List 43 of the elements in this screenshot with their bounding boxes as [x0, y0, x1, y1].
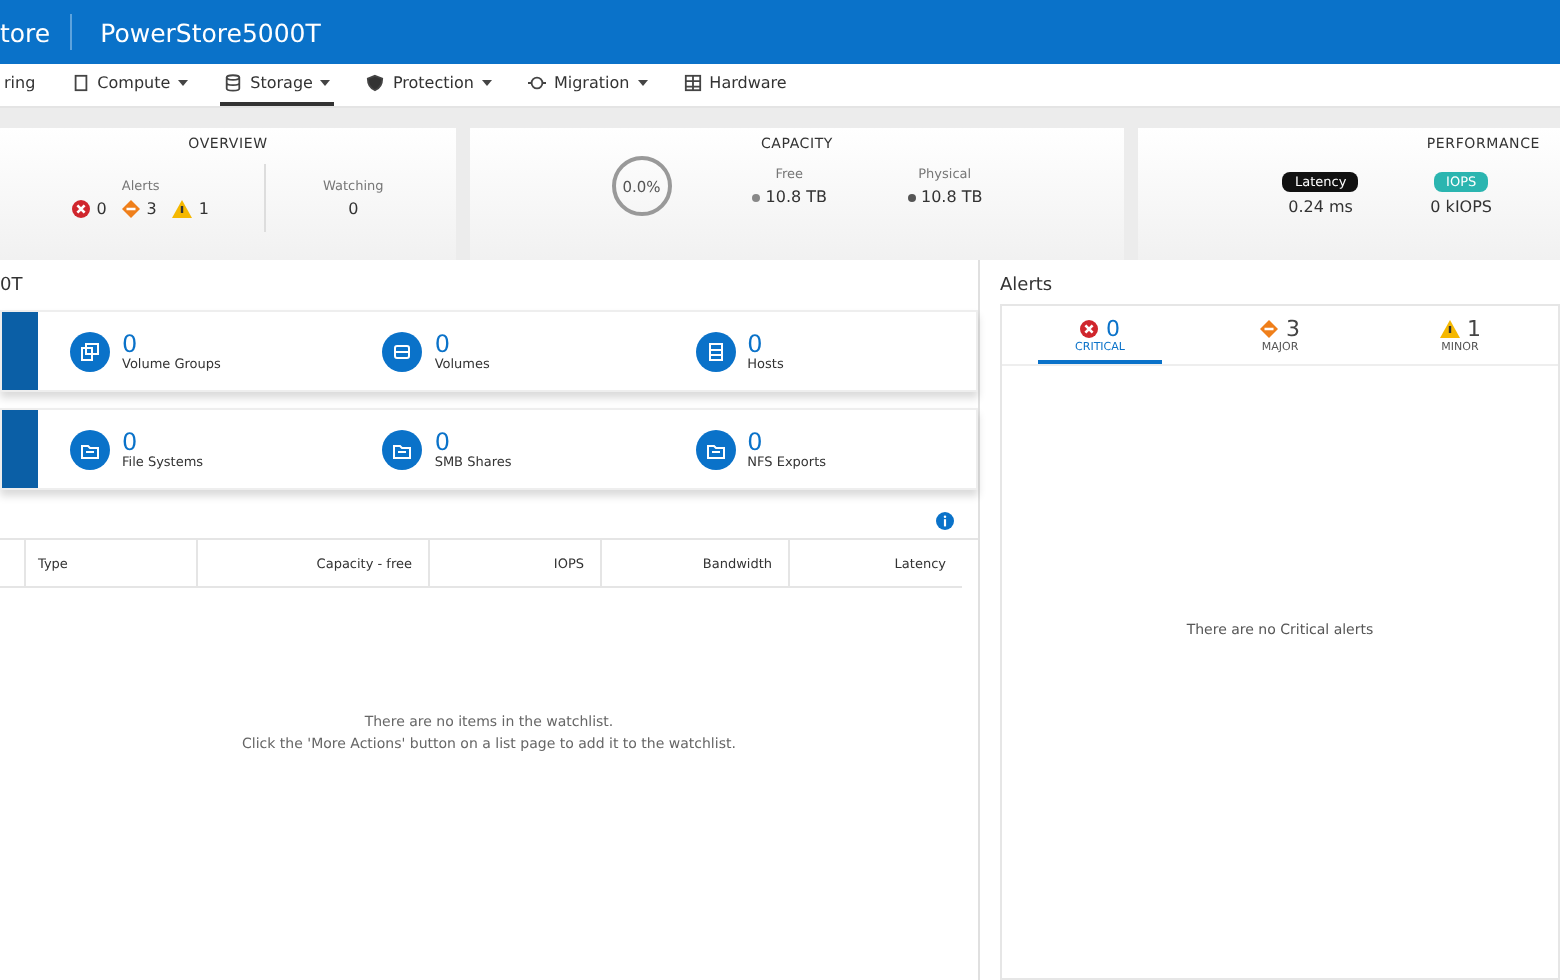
volume-icon	[392, 341, 413, 361]
stat-count: 0	[747, 331, 765, 355]
nav-menu-item[interactable]: Protection	[362, 64, 496, 106]
nav-menu-item[interactable]: ring	[0, 64, 40, 106]
physical-value: 10.8 TB	[907, 188, 983, 206]
folder-icon	[80, 439, 100, 459]
alert-count: 0	[96, 200, 107, 218]
alert-count: 3	[146, 200, 157, 218]
volume-groups-icon	[80, 341, 100, 361]
watching-count: 0	[348, 200, 359, 218]
stat-count: 0	[122, 331, 140, 355]
stat-count: 0	[122, 429, 140, 453]
card-accent	[2, 312, 38, 390]
stat-count: 0	[434, 429, 452, 453]
folder-icon	[392, 439, 413, 459]
document-icon	[71, 74, 90, 92]
nav-menu-item[interactable]: Compute	[67, 64, 193, 106]
server-icon	[705, 341, 726, 361]
card-accent	[2, 410, 38, 488]
diamond-icon	[122, 200, 141, 218]
folder-icon	[705, 439, 726, 459]
warning-icon	[1439, 320, 1459, 338]
metric-value: 0.24 ms	[1288, 198, 1353, 216]
hardware-icon	[683, 74, 702, 92]
database-icon	[224, 74, 243, 92]
free-value: 10.8 TB	[751, 188, 827, 206]
stat-count: 0	[747, 429, 765, 453]
warning-icon	[172, 200, 193, 218]
shield-icon	[366, 74, 385, 92]
section-title: 0T	[0, 274, 25, 300]
app-title: tore	[0, 17, 53, 47]
migration-icon	[527, 74, 546, 92]
nav-menu-item[interactable]: Hardware	[679, 64, 791, 106]
critical-icon	[72, 200, 91, 218]
nav-menu-item[interactable]: Migration	[523, 64, 652, 106]
alerts-title: Alerts	[1000, 276, 1055, 296]
critical-icon	[1080, 320, 1098, 338]
stat-count: 0	[434, 331, 452, 355]
metric-value: 0 kIOPS	[1430, 198, 1492, 216]
info-icon[interactable]	[936, 512, 954, 530]
system-name: PowerStore5000T	[100, 17, 323, 47]
alert-count: 1	[198, 200, 209, 218]
diamond-icon	[1260, 320, 1278, 338]
